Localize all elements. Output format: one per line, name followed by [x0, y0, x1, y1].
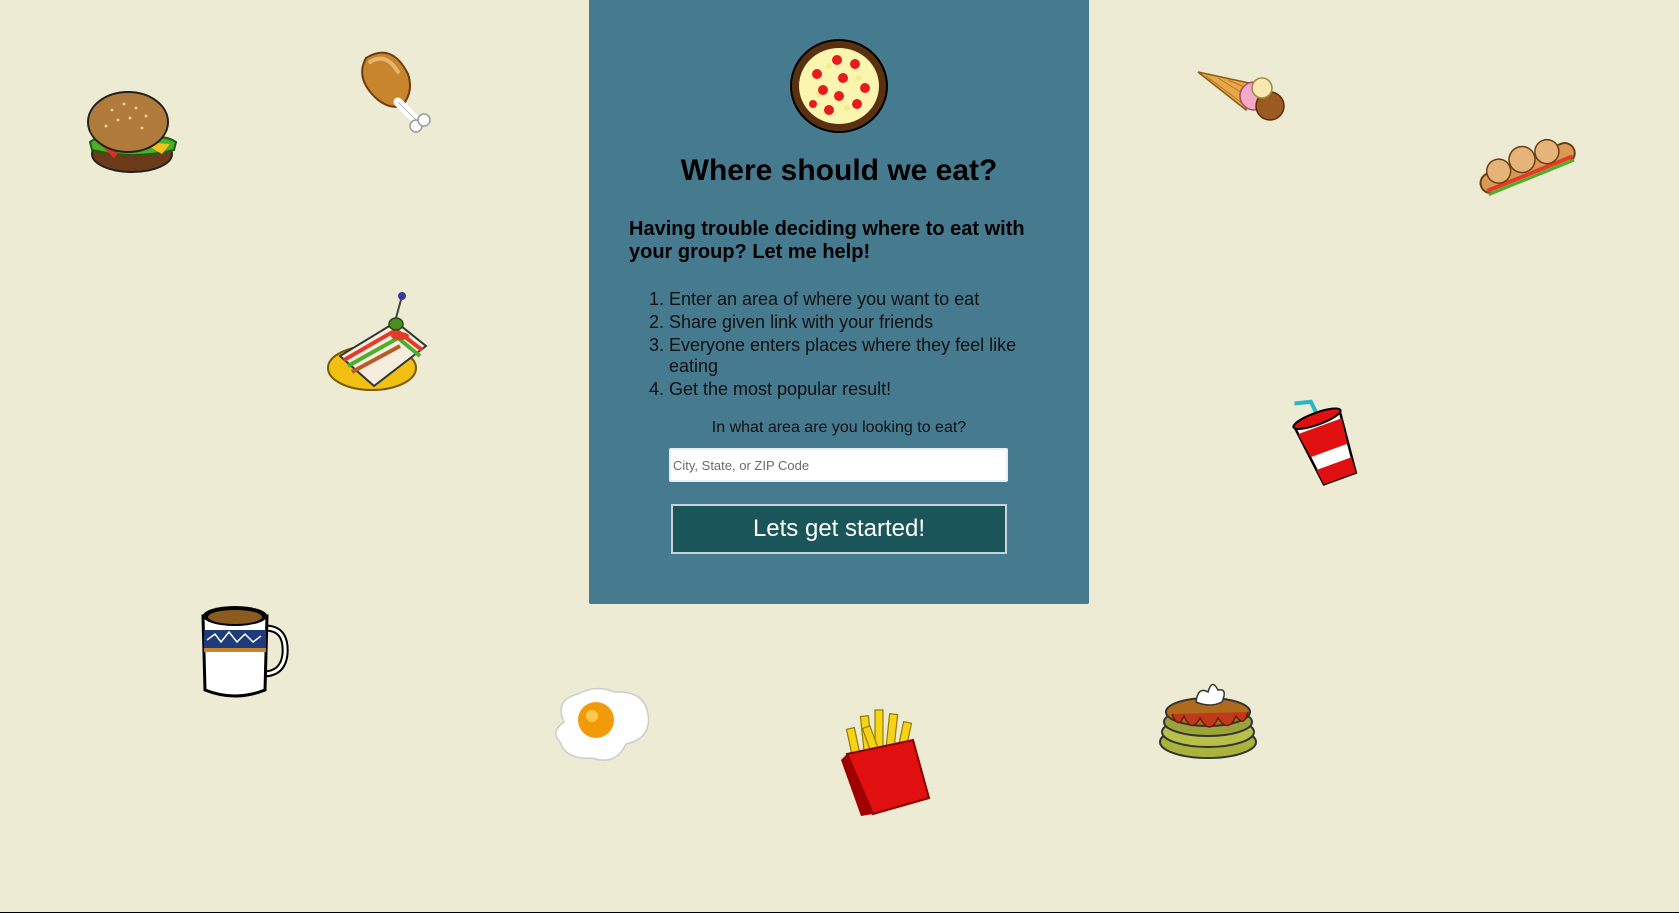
chicken-drumstick-icon [356, 48, 436, 138]
area-input[interactable] [669, 448, 1008, 482]
page: Where should we eat? Having trouble deci… [0, 0, 1679, 913]
coffee-mug-icon [201, 602, 291, 702]
intro-text: Having trouble deciding where to eat wit… [629, 218, 1025, 263]
soda-cup-icon [1283, 396, 1363, 486]
welcome-card: Where should we eat? Having trouble deci… [589, 0, 1089, 604]
step-item: Enter an area of where you want to eat [669, 289, 1059, 310]
pizza-icon [789, 38, 889, 139]
page-title: Where should we eat? [680, 154, 998, 187]
pancakes-icon [1158, 683, 1262, 764]
get-started-button[interactable]: Lets get started! [671, 504, 1007, 554]
fried-egg-icon [552, 686, 652, 766]
club-sandwich-icon [326, 292, 430, 402]
step-item: Share given link with your friends [669, 312, 1059, 333]
steps-list: Enter an area of where you want to eat S… [629, 289, 1059, 402]
step-item: Get the most popular result! [669, 379, 1059, 400]
hamburger-icon [84, 86, 180, 182]
ice-cream-cone-icon [1196, 66, 1296, 136]
sub-sandwich-icon [1476, 134, 1580, 204]
french-fries-icon [841, 708, 937, 818]
area-prompt-label: In what area are you looking to eat? [711, 419, 967, 436]
step-item: Everyone enters places where they feel l… [669, 335, 1059, 377]
